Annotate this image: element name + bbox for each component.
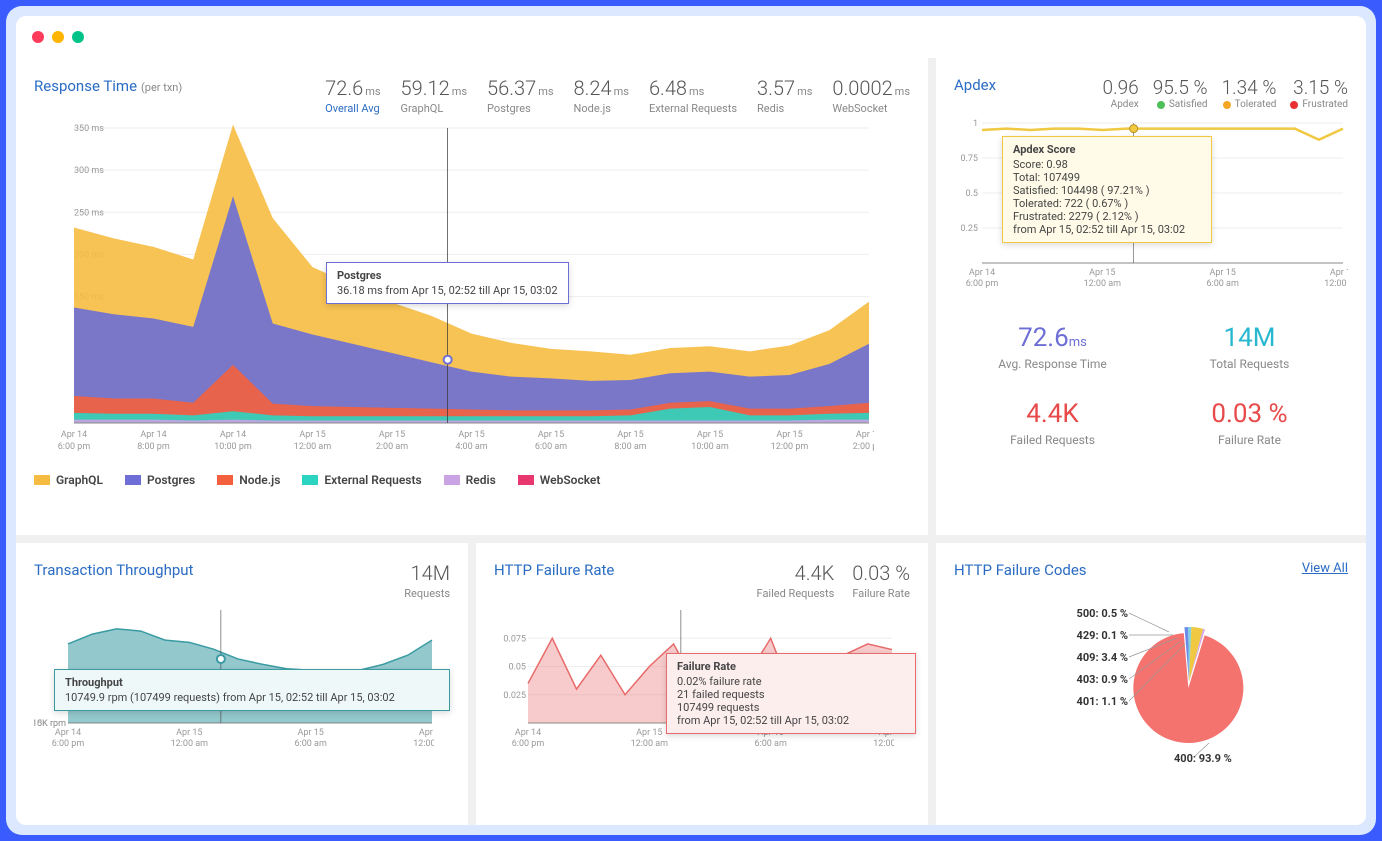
apdex-title: Apdex (954, 76, 996, 94)
failure-codes-pie[interactable] (954, 587, 1348, 777)
minimize-icon[interactable] (52, 31, 64, 43)
svg-text:0.05: 0.05 (508, 663, 526, 673)
svg-text:6:00 am: 6:00 am (535, 442, 567, 452)
svg-text:Apr 15: Apr 15 (856, 430, 874, 440)
svg-text:Apr 15: Apr 15 (299, 430, 325, 440)
legend-item[interactable]: Postgres (125, 473, 195, 487)
postgres-tooltip: Postgres 36.18 ms from Apr 15, 02:52 til… (326, 262, 569, 304)
svg-text:4:00 am: 4:00 am (455, 442, 487, 452)
svg-text:Apr 15: Apr 15 (176, 728, 202, 738)
svg-text:0.25: 0.25 (960, 224, 978, 234)
svg-text:Apr 15: Apr 15 (419, 728, 434, 738)
view-all-link[interactable]: View All (1302, 561, 1348, 576)
svg-text:Apr 15: Apr 15 (379, 430, 405, 440)
close-icon[interactable] (32, 31, 44, 43)
svg-text:10:00 am: 10:00 am (691, 442, 729, 452)
svg-text:Apr 14: Apr 14 (220, 430, 246, 440)
pie-label: 401: 1.1 % (1077, 695, 1128, 708)
svg-text:2:00 am: 2:00 am (376, 442, 408, 452)
svg-text:Apr 15: Apr 15 (636, 728, 662, 738)
svg-text:Apr 14: Apr 14 (140, 430, 166, 440)
svg-text:Apr 15: Apr 15 (617, 430, 643, 440)
legend-item[interactable]: External Requests (302, 473, 421, 487)
svg-text:6:00 pm: 6:00 pm (52, 739, 85, 749)
failure-rate-value: 0.03 % (852, 561, 910, 585)
svg-text:Apr 15: Apr 15 (1330, 268, 1348, 278)
svg-text:Apr 14: Apr 14 (61, 430, 87, 440)
svg-text:Apr 14: Apr 14 (969, 268, 995, 278)
legend-item[interactable]: Redis (444, 473, 496, 487)
svg-text:6:00 pm: 6:00 pm (58, 442, 91, 452)
svg-text:6:00 am: 6:00 am (754, 739, 786, 749)
response-time-card: Response Time (per txn) 72.6msOverall Av… (16, 58, 928, 535)
svg-text:8:00 am: 8:00 am (614, 442, 646, 452)
svg-text:Apr 15: Apr 15 (1089, 268, 1115, 278)
svg-text:12:00 am: 12:00 am (1084, 279, 1122, 289)
svg-text:12:00 am: 12:00 am (171, 739, 209, 749)
svg-text:10:00 pm: 10:00 pm (214, 442, 252, 452)
svg-text:12:00 am: 12:00 am (294, 442, 332, 452)
throughput-value: 14M (411, 561, 451, 585)
svg-text:12:00 pm: 12:00 pm (413, 739, 434, 749)
svg-text:Apr 15: Apr 15 (776, 430, 802, 440)
svg-text:Apr 15: Apr 15 (458, 430, 484, 440)
failure-codes-card: HTTP Failure Codes View All 500: 0.5 % 42… (936, 543, 1366, 825)
svg-text:12:00 pm: 12:00 pm (1324, 279, 1348, 289)
failure-title: HTTP Failure Rate (494, 561, 614, 579)
svg-text:0.75: 0.75 (960, 154, 978, 164)
svg-text:300 ms: 300 ms (74, 166, 104, 176)
apdex-tooltip: Apdex Score Score: 0.98Total: 107499Sati… (1002, 136, 1212, 243)
failure-tooltip: Failure Rate 0.02% failure rate21 failed… (666, 653, 916, 734)
legend-item[interactable]: Node.js (217, 473, 280, 487)
legend-item[interactable]: GraphQL (34, 473, 103, 487)
pie-label: 409: 3.4 % (1077, 651, 1128, 664)
pie-label: 429: 0.1 % (1077, 629, 1128, 642)
failed-requests-value: 4.4K (757, 561, 835, 585)
apdex-card: Apdex 0.96Apdex95.5 %Satisfied1.34 %Tole… (936, 58, 1366, 535)
svg-text:12:00 pm: 12:00 pm (771, 442, 809, 452)
svg-text:Apr 15: Apr 15 (298, 728, 324, 738)
maximize-icon[interactable] (72, 31, 84, 43)
throughput-tooltip: Throughput 10749.9 rpm (107499 requests)… (54, 669, 450, 711)
pie-label: 403: 0.9 % (1077, 673, 1128, 686)
svg-text:6:00 am: 6:00 am (294, 739, 326, 749)
svg-text:Apr 14: Apr 14 (55, 728, 81, 738)
svg-text:250 ms: 250 ms (74, 208, 104, 218)
svg-text:Apr 15: Apr 15 (538, 430, 564, 440)
svg-text:6:00 pm: 6:00 pm (512, 739, 545, 749)
svg-text:6:00 pm: 6:00 pm (966, 279, 999, 289)
svg-text:Apr 15: Apr 15 (697, 430, 723, 440)
svg-text:0.025: 0.025 (503, 691, 526, 701)
legend-item[interactable]: WebSocket (518, 473, 601, 487)
throughput-card: Transaction Throughput 14M Requests 10K … (16, 543, 468, 825)
svg-text:Apr 15: Apr 15 (1210, 268, 1236, 278)
svg-text:1: 1 (973, 119, 978, 129)
svg-text:12:00 pm: 12:00 pm (873, 739, 894, 749)
throughput-label: Requests (404, 587, 450, 600)
svg-text:0.075: 0.075 (503, 634, 526, 644)
throughput-title: Transaction Throughput (34, 561, 193, 579)
window-titlebar (16, 16, 1366, 58)
pie-label: 500: 0.5 % (1077, 607, 1128, 620)
response-time-subtitle: (per txn) (141, 81, 182, 94)
codes-title: HTTP Failure Codes (954, 561, 1087, 579)
svg-text:Apr 14: Apr 14 (515, 728, 541, 738)
failure-rate-card: HTTP Failure Rate 4.4K Failed Requests 0… (476, 543, 928, 825)
response-time-title: Response Time (34, 77, 137, 95)
svg-text:2:00 pm: 2:00 pm (853, 442, 874, 452)
svg-text:350 ms: 350 ms (74, 124, 104, 134)
svg-text:0.5: 0.5 (966, 189, 979, 199)
svg-text:8:00 pm: 8:00 pm (137, 442, 170, 452)
svg-text:12:00 am: 12:00 am (631, 739, 669, 749)
svg-text:6:00 am: 6:00 am (1206, 279, 1238, 289)
